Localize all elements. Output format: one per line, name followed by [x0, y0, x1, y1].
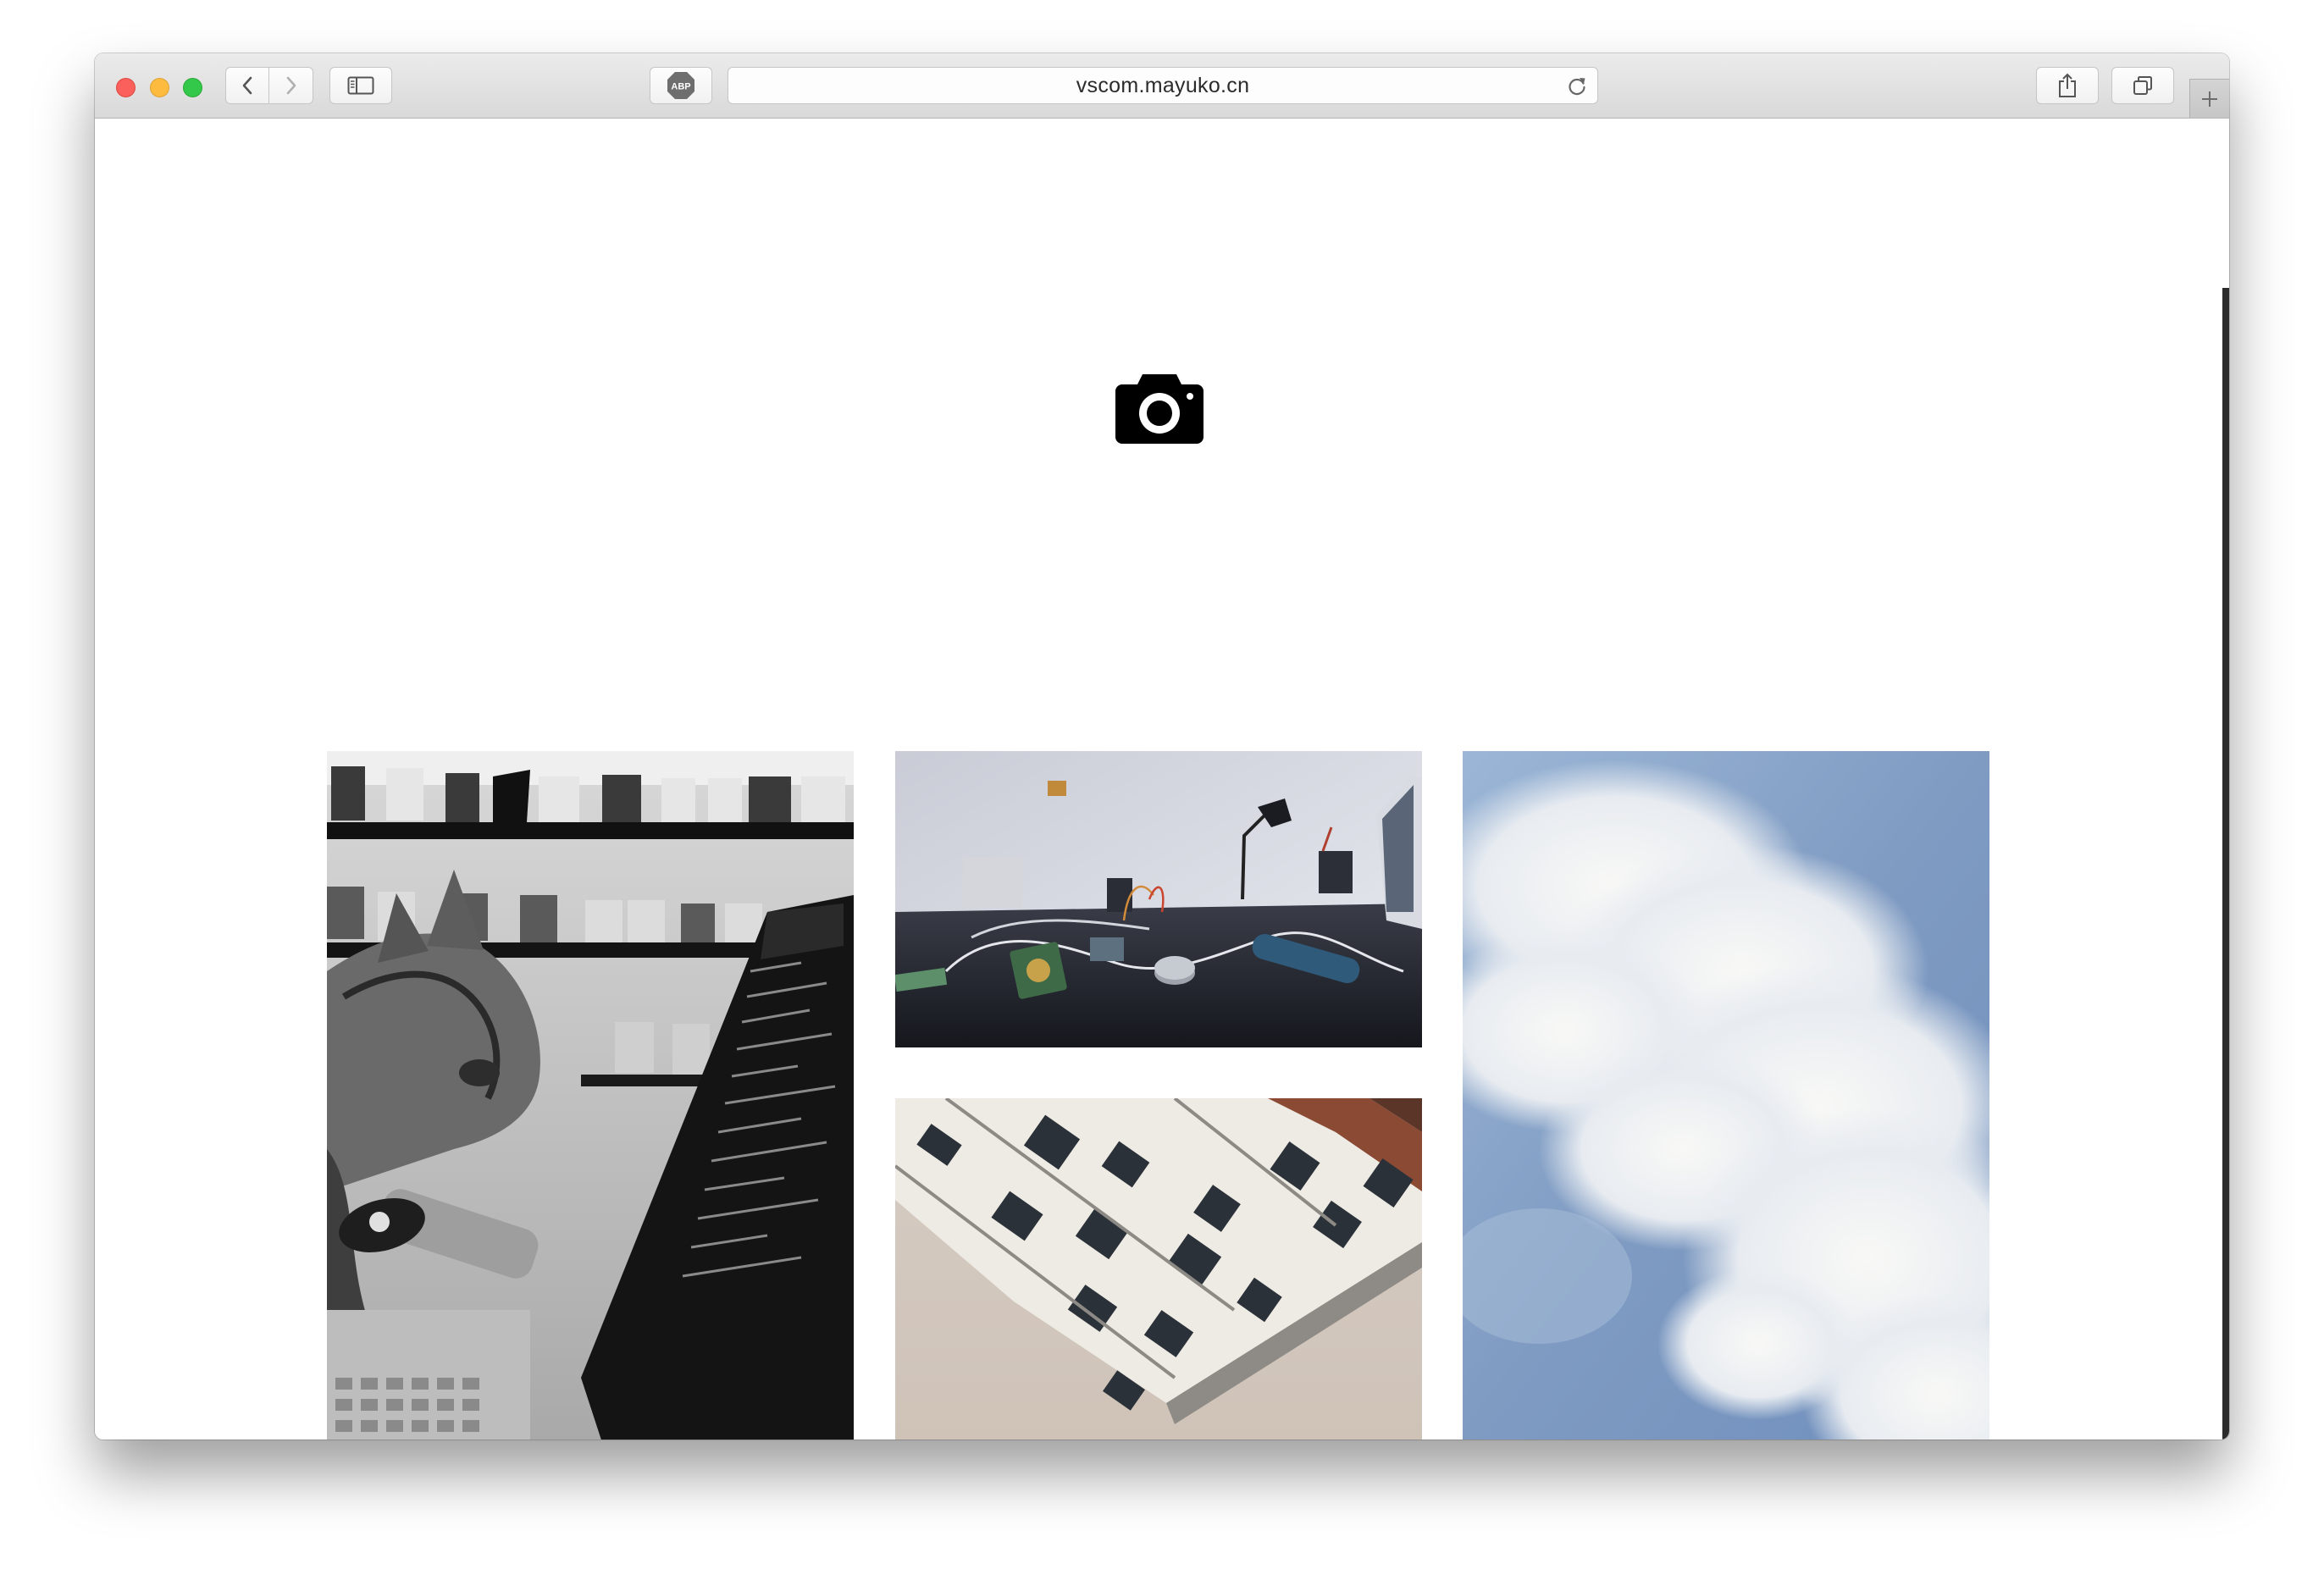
- forward-chevron-icon: [286, 76, 296, 95]
- show-tabs-button[interactable]: [2111, 67, 2174, 104]
- forward-button[interactable]: [269, 67, 313, 104]
- navigation-buttons: [225, 67, 313, 104]
- site-logo[interactable]: [1115, 373, 1204, 444]
- adblock-label: ABP: [671, 82, 690, 92]
- sidebar-icon: [347, 76, 374, 95]
- adblock-button[interactable]: ABP: [650, 67, 712, 104]
- reload-button[interactable]: [1565, 75, 1589, 98]
- gallery-photo-electronics-desk[interactable]: [895, 751, 1422, 1047]
- maximize-window-button[interactable]: [183, 78, 202, 97]
- gallery-photo-building-facade[interactable]: [895, 1098, 1422, 1440]
- share-button[interactable]: [2036, 67, 2099, 104]
- adblock-icon: ABP: [667, 72, 694, 99]
- back-button[interactable]: [225, 67, 269, 104]
- gallery-photo-cat-laptop[interactable]: [327, 751, 854, 1440]
- gallery-photo-sky-clouds[interactable]: [1463, 751, 1989, 1440]
- plus-icon: [2202, 91, 2217, 107]
- new-tab-button[interactable]: [2189, 79, 2229, 118]
- reload-icon: [1569, 78, 1585, 96]
- url-text: vscom.mayuko.cn: [1076, 74, 1250, 97]
- back-chevron-icon: [242, 76, 252, 95]
- tabs-icon: [2133, 76, 2152, 95]
- browser-toolbar: ABP vscom.mayuko.cn: [95, 53, 2229, 119]
- share-icon: [2059, 73, 2076, 97]
- browser-window: ABP vscom.mayuko.cn: [95, 53, 2229, 1440]
- sidebar-toggle-button[interactable]: [329, 67, 392, 104]
- page-scrollbar[interactable]: [2222, 288, 2229, 1440]
- close-window-button[interactable]: [116, 78, 136, 97]
- minimize-window-button[interactable]: [150, 78, 169, 97]
- address-bar[interactable]: vscom.mayuko.cn: [728, 67, 1598, 104]
- page-content: [95, 119, 2229, 1440]
- camera-icon: [1115, 374, 1204, 444]
